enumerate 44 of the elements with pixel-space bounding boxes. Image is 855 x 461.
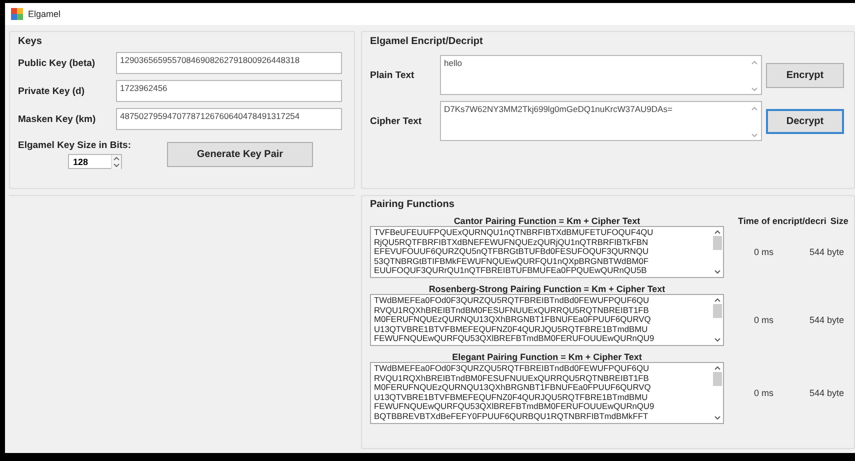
field-label: Masken Key (km)	[18, 114, 97, 124]
column-header: Size	[830, 216, 848, 226]
generate-key-pair-button[interactable]: Generate Key Pair	[166, 142, 313, 167]
field-label: Public Key (beta)	[18, 58, 96, 68]
text-area[interactable]: D7Ks7W62NY3MM2Tkj699lg0mGeDQ1nuKrcW37AU9DAs=	[440, 101, 762, 141]
window-title: Elgamel	[28, 9, 61, 19]
size-value: 544 byte	[810, 246, 844, 257]
scrollbar[interactable]	[712, 228, 723, 276]
function-title: Elegant Pairing Function = Km + Cipher Text	[451, 352, 643, 362]
action-button[interactable]: Encrypt	[766, 62, 844, 88]
field-label: Cipher Text	[370, 116, 423, 126]
key-size-spinner[interactable]: 128	[68, 154, 122, 169]
scroll-up-icon[interactable]	[713, 296, 722, 304]
app-icon	[11, 8, 23, 20]
key-field[interactable]: 12903656595570846908262791800926448318	[116, 52, 342, 74]
output-text-area[interactable]: TWdBMEFEa0FOd0F3QURZQU5RQTFBREIBTndBd0FEWUFPQUF6QU RVQU1RQXhBREIBTndBM0FESUFNUUExQURRQU5RQTNBREIBT1FB M0FERUFNQUEzQURNQU13QXhBRGNBT1FBNUFEa0FPUUF6QURVQ U13QTVBRE1BTVFBMEFEQUFNZ0F4QURJQU5RQTFBRE1BTmdBMU FEWUFNQUEwQURFQU53QXlBREFBTmdBM0FERUFOUUEwQURnQU9	[370, 294, 724, 346]
size-value: 544 byte	[810, 314, 844, 325]
spinner-arrows-icon[interactable]	[111, 154, 121, 168]
group-title: Keys	[18, 36, 43, 47]
column-header: Time of encript/decri	[738, 216, 826, 226]
key-field[interactable]: 1723962456	[116, 80, 342, 102]
scroll-up-icon[interactable]	[713, 228, 722, 236]
text-area[interactable]: hello	[440, 55, 762, 95]
action-button[interactable]: Decrypt	[766, 108, 844, 134]
function-title: Rosenberg-Strong Pairing Function = Km + Cipher Text	[428, 284, 666, 294]
group-title: Elgamel Encript/Decript	[370, 36, 484, 47]
scroll-down-icon[interactable]	[713, 336, 722, 344]
scrollbar[interactable]	[712, 296, 723, 344]
key-field[interactable]: 48750279594707787126760640478491317254	[116, 108, 342, 130]
output-text-area[interactable]: TVFBeUFEUUFPQUExQURNQU1nQTNBRFIBTXdBMUFETUFOQUF4QU RjQU5RQTFBRFIBTXdBNEFEWUFNQUEzQURjQU1nQTRBRFIBTkFBN EFEVUFOUUF6QURZQU5nQTFBRGtBTUFBd0FESUFOQUF3QURNQU 53QTNBRGtBTIFBMkFEWUFNQUEwQURFQU1nQXpBRGNBTWdBM0F EUUFOQUF3QURrQU1nQTFBREIBTUFBMUFEa0FPQUEwQURnQU5B	[370, 226, 724, 278]
time-value: 0 ms	[754, 388, 774, 398]
scroll-down-icon[interactable]	[713, 268, 722, 276]
field-label: Private Key (d)	[18, 86, 86, 96]
time-value: 0 ms	[754, 246, 774, 257]
output-text-area[interactable]: TWdBMEFEa0FOd0F3QURZQU5RQTFBREIBTndBd0FEWUFPQUF6QU RVQU1RQXhBREIBTndBM0FESUFNUUExQURRQU5RQTNBREIBT1FB M0FERUFNQUEzQURNQU13QXhBRGNBT1FBNUFEa0FPUUF6QURVQ U13QTVBRE1BTVFBMEFEQUFNZ0F4QURJQU5RQTFBRE1BTmdBMU FEWUFNQUEwQURFQU53QXlBREFBTmdBM0FERUFOUUEwQURnQU9 BQTBBREVBTXdBeFEFY0FPUUF6QURBQU1RQTNBRFIBTmdBMkFFT	[370, 362, 724, 424]
time-value: 0 ms	[754, 314, 774, 325]
field-label: Plain Text	[370, 70, 416, 80]
scroll-up-icon[interactable]	[713, 364, 722, 372]
group-title: Pairing Functions	[370, 199, 456, 210]
scroll-down-icon[interactable]	[713, 414, 722, 422]
scrollbar[interactable]	[712, 364, 723, 422]
key-size-label: Elgamel Key Size in Bits:	[18, 140, 131, 151]
function-title: Cantor Pairing Function = Km + Cipher Text	[452, 216, 642, 226]
size-value: 544 byte	[810, 388, 844, 398]
